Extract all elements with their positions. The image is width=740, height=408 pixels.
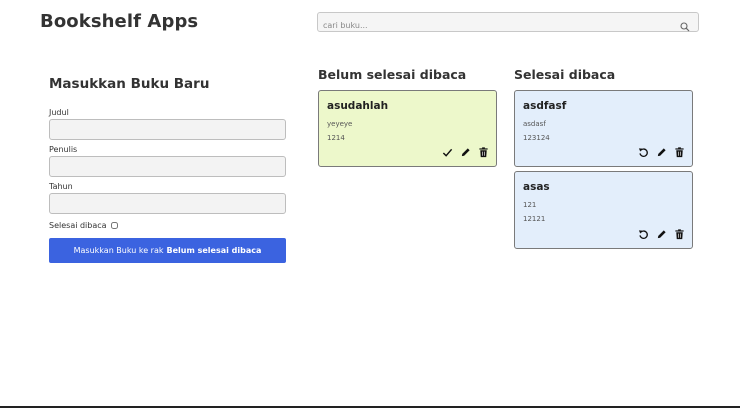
author-input[interactable]	[49, 156, 286, 177]
trash-icon[interactable]	[674, 229, 685, 240]
book-actions	[638, 229, 685, 240]
finished-row: Selesai dibaca	[49, 221, 118, 230]
book-title: asudahlah	[327, 100, 389, 112]
submit-prefix: Masukkan Buku ke rak	[73, 246, 164, 255]
book-author: asdasf	[523, 120, 546, 128]
app-title: Bookshelf Apps	[40, 11, 199, 32]
year-label: Tahun	[49, 182, 73, 191]
book-author: 121	[523, 201, 537, 209]
search-input[interactable]	[318, 16, 673, 35]
read-shelf-title: Selesai dibaca	[514, 67, 616, 82]
pencil-icon[interactable]	[656, 147, 667, 158]
search-icon[interactable]	[680, 17, 690, 32]
pencil-icon[interactable]	[460, 147, 471, 158]
trash-icon[interactable]	[674, 147, 685, 158]
finished-label: Selesai dibaca	[49, 221, 107, 230]
check-icon[interactable]	[442, 147, 453, 158]
book-card: asdfasf asdasf 123124	[514, 90, 693, 167]
book-year: 123124	[523, 134, 550, 142]
undo-icon[interactable]	[638, 147, 649, 158]
unread-shelf-title: Belum selesai dibaca	[318, 67, 467, 82]
submit-target-shelf: Belum selesai dibaca	[166, 246, 262, 255]
search-box[interactable]	[317, 12, 699, 35]
submit-book-button[interactable]: Masukkan Buku ke rak Belum selesai dibac…	[49, 238, 286, 263]
title-input[interactable]	[49, 119, 286, 140]
book-title: asas	[523, 181, 550, 193]
trash-icon[interactable]	[478, 147, 489, 158]
book-card: asas 121 12121	[514, 171, 693, 249]
book-year: 1214	[327, 134, 345, 142]
book-actions	[442, 147, 489, 158]
book-year: 12121	[523, 215, 546, 223]
undo-icon[interactable]	[638, 229, 649, 240]
book-title: asdfasf	[523, 100, 567, 112]
finished-checkbox[interactable]	[110, 222, 118, 229]
book-author: yeyeye	[327, 120, 353, 128]
year-input[interactable]	[49, 193, 286, 214]
book-card: asudahlah yeyeye 1214	[318, 90, 497, 167]
author-label: Penulis	[49, 145, 78, 154]
pencil-icon[interactable]	[656, 229, 667, 240]
form-title: Masukkan Buku Baru	[49, 76, 210, 92]
title-label: Judul	[49, 108, 69, 117]
book-actions	[638, 147, 685, 158]
